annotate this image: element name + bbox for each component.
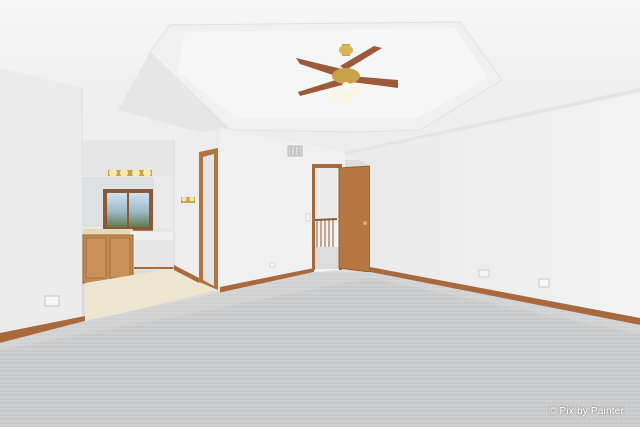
vanity-countertop bbox=[83, 229, 133, 235]
open-door bbox=[338, 165, 371, 273]
watermark: © Pix by Painter bbox=[548, 406, 624, 417]
light-switch bbox=[305, 213, 311, 222]
wall-outlet bbox=[44, 295, 60, 307]
room-illustration bbox=[0, 0, 640, 427]
left-wall bbox=[0, 68, 82, 338]
wall-outlet-right-2 bbox=[538, 278, 550, 288]
door-knob bbox=[363, 221, 367, 225]
wall-outlet-right bbox=[478, 269, 490, 278]
bedroom-photo: © Pix by Painter bbox=[0, 0, 640, 427]
